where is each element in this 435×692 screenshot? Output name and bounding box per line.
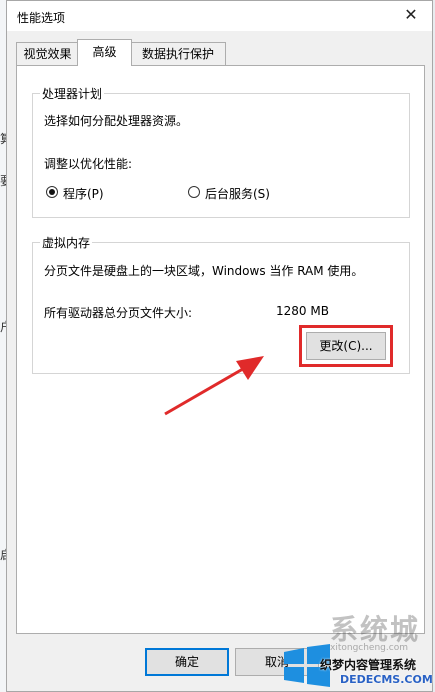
annotation-arrow (164, 356, 264, 416)
watermark-url-small: xitongcheng.com (330, 643, 408, 653)
watermark-brand: 系统城 (330, 613, 421, 646)
watermark-site-url: DEDECMS.COM (340, 673, 433, 686)
tab-advanced[interactable]: 高级 (77, 39, 132, 66)
watermark-site-name: 织梦内容管理系统 (320, 658, 417, 672)
